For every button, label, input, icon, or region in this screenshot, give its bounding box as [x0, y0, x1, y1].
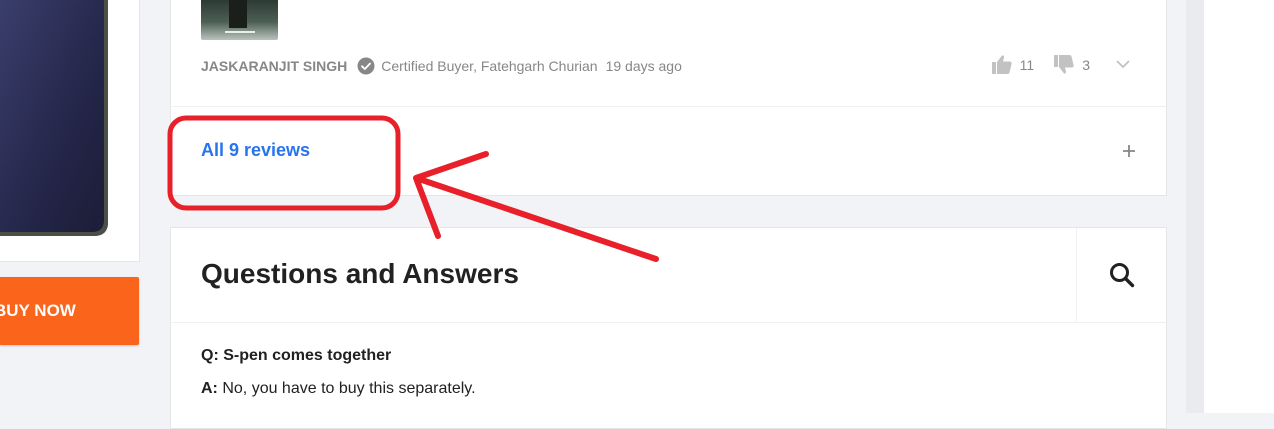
- questions-answers-card: Questions and Answers Q: S-pen comes tog…: [170, 227, 1167, 429]
- reviewer-name: JASKARANJIT SINGH: [201, 58, 348, 74]
- like-count: 11: [1019, 56, 1035, 73]
- thumbs-down-icon: [1054, 55, 1074, 74]
- check-circle-icon: [357, 57, 375, 75]
- review-date: 19 days ago: [605, 58, 682, 74]
- certified-buyer-text: Certified Buyer, Fatehgarh Churian: [381, 58, 598, 74]
- qa-title: Questions and Answers: [201, 258, 519, 289]
- thumbs-up-icon: [991, 55, 1012, 74]
- page-gutter: [1186, 0, 1204, 413]
- question-prefix: Q:: [201, 347, 219, 364]
- like-button[interactable]: 11: [991, 55, 1035, 74]
- answer-prefix: A:: [201, 380, 218, 397]
- search-icon: [1109, 263, 1134, 288]
- buy-now-button[interactable]: BUY NOW: [0, 277, 139, 345]
- phone-image: [0, 0, 108, 236]
- review-votes: 11 3: [991, 55, 1130, 74]
- qa-search-button[interactable]: [1076, 228, 1166, 322]
- page-edge: [1204, 0, 1274, 413]
- plus-icon[interactable]: [1122, 144, 1136, 158]
- answer-text: No, you have to buy this separately.: [222, 380, 476, 397]
- answer: A: No, you have to buy this separately.: [201, 380, 476, 398]
- question: Q: S-pen comes together: [201, 347, 391, 365]
- qa-header: Questions and Answers: [171, 228, 1166, 323]
- all-reviews-link[interactable]: All 9 reviews: [201, 140, 310, 161]
- chevron-down-icon[interactable]: [1116, 60, 1130, 69]
- product-image[interactable]: [0, 0, 140, 262]
- divider: [171, 106, 1166, 107]
- reviews-card: JASKARANJIT SINGH Certified Buyer, Fateh…: [170, 0, 1167, 196]
- product-column: BUY NOW: [0, 0, 140, 413]
- question-text: S-pen comes together: [223, 347, 392, 364]
- review-image-thumbnail[interactable]: [201, 0, 278, 40]
- dislike-count: 3: [1082, 56, 1090, 73]
- dislike-button[interactable]: 3: [1054, 55, 1090, 74]
